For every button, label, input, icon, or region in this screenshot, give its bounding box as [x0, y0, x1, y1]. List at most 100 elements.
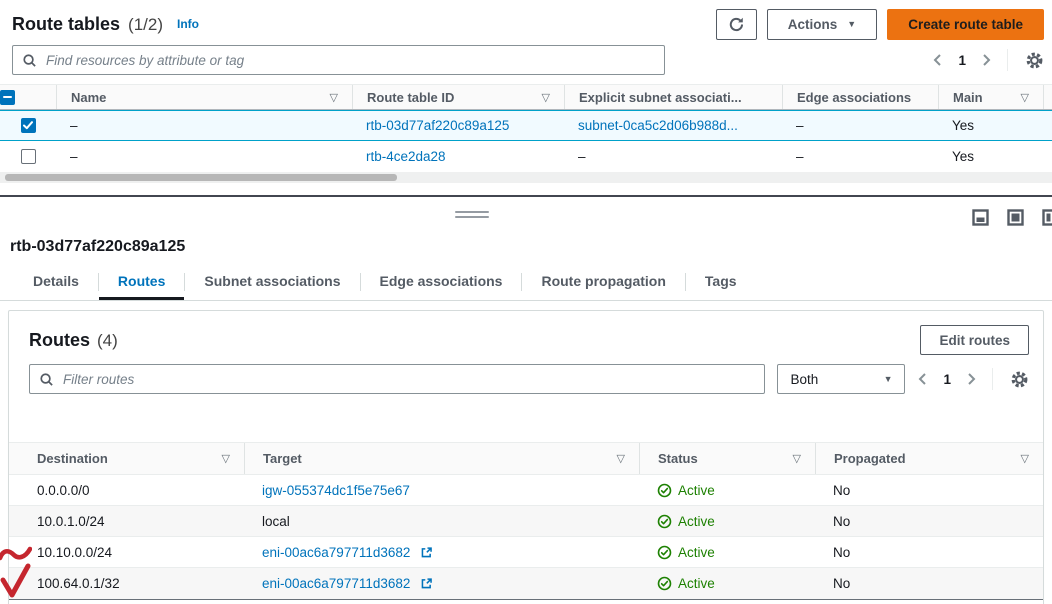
subnet-link[interactable]: subnet-0ca5c2d06b988d... [578, 118, 738, 133]
list-toolbar: 1 [12, 44, 1044, 76]
column-header-propagated[interactable]: Propagated▽ [815, 443, 1043, 474]
target-link[interactable]: eni-00ac6a797711d3682 [262, 576, 410, 591]
propagated-cell: No [815, 568, 1043, 599]
destination-cell: 100.64.0.1/32 [9, 568, 244, 599]
list-header: Route tables (1/2) Info Actions ▼ Create… [12, 6, 1044, 42]
tab-subnet-associations[interactable]: Subnet associations [185, 264, 359, 300]
route-tables-table: Name▽ Route table ID▽ Explicit subnet as… [0, 84, 1052, 172]
routes-count: (4) [97, 331, 118, 351]
target-link[interactable]: igw-055374dc1f5e75e67 [262, 483, 410, 498]
route-row: 10.0.1.0/24 local Active No [9, 506, 1043, 537]
column-header-destination[interactable]: Destination▽ [9, 443, 244, 474]
table-header-row: Name▽ Route table ID▽ Explicit subnet as… [0, 84, 1052, 110]
detail-tabs: Details Routes Subnet associations Edge … [0, 264, 1052, 301]
main-cell: Yes [938, 141, 1044, 172]
filter-routes-input[interactable] [61, 371, 764, 388]
tab-details[interactable]: Details [14, 264, 98, 300]
target-link[interactable]: eni-00ac6a797711d3682 [262, 545, 410, 560]
external-link-icon[interactable] [420, 577, 433, 590]
refresh-button[interactable] [716, 9, 757, 40]
divider [1007, 49, 1008, 71]
refresh-icon [728, 16, 745, 33]
status-check-icon [657, 483, 672, 498]
next-page-icon[interactable] [966, 372, 977, 386]
resource-search [12, 45, 665, 75]
sort-icon: ▽ [617, 452, 625, 465]
split-panel-drag-handle[interactable] [455, 211, 489, 221]
settings-gear-icon[interactable] [1010, 370, 1029, 389]
tab-tags[interactable]: Tags [686, 264, 756, 300]
horizontal-scrollbar [0, 172, 1052, 183]
edge-cell: – [782, 141, 938, 172]
settings-gear-icon[interactable] [1025, 51, 1044, 70]
scrollbar-thumb[interactable] [5, 174, 397, 181]
divider [992, 368, 993, 390]
routes-header-row: Destination▽ Target▽ Status▽ Propagated▽ [9, 442, 1043, 475]
row-checkbox[interactable] [21, 149, 36, 164]
routes-panel-header: Routes (4) Edit routes [9, 311, 1043, 361]
external-link-icon[interactable] [420, 546, 433, 559]
edge-cell: – [782, 111, 938, 140]
tab-route-propagation[interactable]: Route propagation [522, 264, 684, 300]
list-pagination: 1 [932, 49, 1044, 71]
propagated-cell: No [815, 475, 1043, 505]
panel-bottom-layout-icon[interactable] [972, 209, 989, 226]
next-page-icon[interactable] [981, 53, 992, 67]
page-number[interactable]: 1 [958, 53, 966, 68]
row-checkbox[interactable] [21, 118, 36, 133]
status-check-icon [657, 576, 672, 591]
search-input[interactable] [44, 52, 664, 69]
sort-icon: ▽ [542, 91, 550, 104]
edit-routes-button[interactable]: Edit routes [920, 325, 1029, 355]
column-header-target[interactable]: Target▽ [244, 443, 639, 474]
status-check-icon [657, 514, 672, 529]
page-title: Route tables [12, 14, 120, 35]
table-row: – rtb-03d77af220c89a125 subnet-0ca5c2d06… [0, 110, 1052, 141]
route-row: 0.0.0.0/0 igw-055374dc1f5e75e67 Active N… [9, 475, 1043, 506]
info-link[interactable]: Info [177, 17, 199, 31]
column-header-edge-associations[interactable]: Edge associations [782, 85, 938, 109]
column-header-route-table-id[interactable]: Route table ID▽ [352, 85, 564, 109]
route-scope-select[interactable]: Both ▼ [777, 364, 905, 394]
detail-pane-title: rtb-03d77af220c89a125 [10, 238, 185, 256]
column-header-main[interactable]: Main▽ [938, 85, 1044, 109]
vpc-route-tables-console: Route tables (1/2) Info Actions ▼ Create… [0, 0, 1052, 604]
sort-icon: ▽ [1021, 91, 1029, 104]
route-table-id-link[interactable]: rtb-4ce2da28 [366, 149, 446, 164]
propagated-cell: No [815, 537, 1043, 567]
search-icon [39, 372, 54, 387]
tab-edge-associations[interactable]: Edge associations [361, 264, 522, 300]
routes-panel: Routes (4) Edit routes Both ▼ 1 [8, 310, 1044, 604]
panel-layout-controls [972, 209, 1052, 226]
prev-page-icon[interactable] [917, 372, 928, 386]
tab-routes[interactable]: Routes [99, 264, 184, 300]
actions-button[interactable]: Actions ▼ [767, 9, 877, 40]
routes-table: Destination▽ Target▽ Status▽ Propagated▽… [9, 442, 1043, 600]
panel-full-layout-icon[interactable] [1007, 209, 1024, 226]
page-number[interactable]: 1 [943, 372, 951, 387]
column-header-status[interactable]: Status▽ [639, 443, 815, 474]
panel-side-layout-icon[interactable] [1042, 209, 1052, 226]
chevron-down-icon: ▼ [884, 374, 893, 384]
selection-count: (1/2) [128, 15, 163, 35]
page-title-group: Route tables (1/2) Info [12, 14, 199, 35]
column-header-explicit-subnet[interactable]: Explicit subnet associati... [564, 85, 782, 109]
status-text: Active [678, 514, 715, 529]
column-header-name[interactable]: Name▽ [56, 85, 352, 109]
header-actions: Actions ▼ Create route table [716, 9, 1044, 40]
target-cell: local [244, 506, 639, 536]
sort-icon: ▽ [1021, 452, 1029, 465]
propagated-cell: No [815, 506, 1043, 536]
status-text: Active [678, 576, 715, 591]
create-route-table-button[interactable]: Create route table [887, 9, 1044, 40]
table-row: – rtb-4ce2da28 – – Yes [0, 141, 1052, 172]
name-cell: – [56, 111, 352, 140]
routes-title: Routes [29, 330, 90, 351]
select-all-checkbox[interactable] [0, 90, 15, 105]
prev-page-icon[interactable] [932, 53, 943, 67]
route-table-id-link[interactable]: rtb-03d77af220c89a125 [366, 118, 509, 133]
destination-cell: 0.0.0.0/0 [9, 475, 244, 505]
status-check-icon [657, 545, 672, 560]
route-row: 100.64.0.1/32 eni-00ac6a797711d3682 Acti… [9, 568, 1043, 599]
sort-icon: ▽ [330, 91, 338, 104]
